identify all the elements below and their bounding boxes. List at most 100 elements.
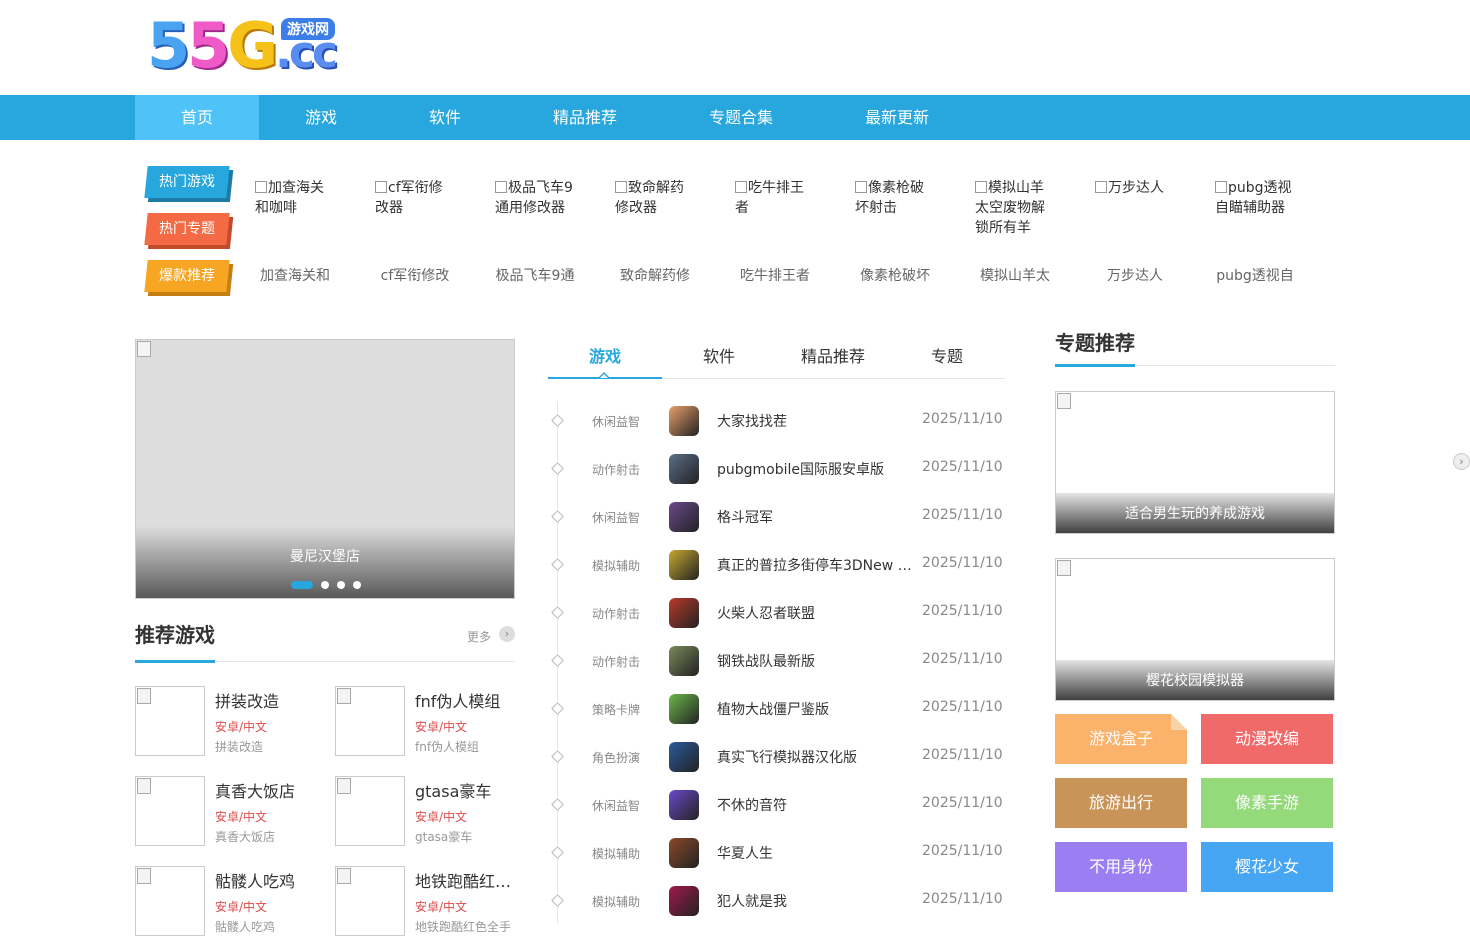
- recommend-item[interactable]: 骷髅人吃鸡 安卓/中文 骷髅人吃鸡: [135, 866, 315, 936]
- game-name[interactable]: 犯人就是我: [717, 891, 915, 911]
- game-name[interactable]: 不休的音符: [717, 795, 915, 815]
- game-title[interactable]: 拼装改造: [215, 688, 315, 712]
- game-icon[interactable]: [669, 886, 699, 916]
- game-thumbnail[interactable]: [135, 776, 205, 846]
- slider-dot[interactable]: [321, 581, 329, 589]
- game-title[interactable]: 真香大饭店: [215, 778, 315, 802]
- nav-featured[interactable]: 精品推荐: [507, 95, 663, 140]
- game-icon[interactable]: [669, 502, 699, 532]
- hot-text-link[interactable]: cf军衔修改: [355, 266, 475, 286]
- hot-image-item[interactable]: 万步达人: [1095, 178, 1215, 238]
- update-row[interactable]: 模拟辅助 犯人就是我 2025/11/10: [548, 877, 1005, 925]
- game-icon[interactable]: [669, 694, 699, 724]
- game-thumbnail[interactable]: [135, 866, 205, 936]
- game-name[interactable]: 钢铁战队最新版: [717, 651, 915, 671]
- site-logo[interactable]: 55G.cc 游戏网: [147, 12, 342, 80]
- hot-text-link[interactable]: 模拟山羊太: [955, 266, 1075, 286]
- update-row[interactable]: 休闲益智 格斗冠军 2025/11/10: [548, 493, 1005, 541]
- hot-text-link[interactable]: pubg透视自: [1195, 266, 1315, 286]
- hot-image-item[interactable]: 极品飞车9通用修改器: [495, 178, 615, 238]
- topic-card[interactable]: 樱花校园模拟器: [1055, 558, 1335, 701]
- update-row[interactable]: 动作射击 火柴人忍者联盟 2025/11/10: [548, 589, 1005, 637]
- hot-image-item[interactable]: pubg透视自瞄辅助器: [1215, 178, 1335, 238]
- update-row[interactable]: 休闲益智 不休的音符 2025/11/10: [548, 781, 1005, 829]
- game-title[interactable]: fnf伪人模组: [415, 688, 515, 712]
- game-title[interactable]: 地铁跑酷红…: [415, 868, 515, 892]
- game-icon[interactable]: [669, 790, 699, 820]
- tag-hot-games[interactable]: 热门游戏: [144, 166, 230, 198]
- hot-text-link[interactable]: 致命解药修: [595, 266, 715, 286]
- hot-text-link[interactable]: 万步达人: [1075, 266, 1195, 286]
- nav-software[interactable]: 软件: [383, 95, 507, 140]
- hot-image-item[interactable]: 模拟山羊太空废物解锁所有羊: [975, 178, 1095, 238]
- game-icon[interactable]: [669, 646, 699, 676]
- game-icon[interactable]: [669, 454, 699, 484]
- slider-dot[interactable]: [353, 581, 361, 589]
- topic-card[interactable]: 适合男生玩的养成游戏: [1055, 391, 1335, 534]
- tag-hot-topics[interactable]: 热门专题: [144, 213, 230, 245]
- update-row[interactable]: 动作射击 钢铁战队最新版 2025/11/10: [548, 637, 1005, 685]
- nav-home[interactable]: 首页: [135, 95, 259, 140]
- hot-text-link[interactable]: 像素枪破坏: [835, 266, 955, 286]
- game-name[interactable]: pubgmobile国际服安卓版: [717, 459, 915, 479]
- slider-dot-active[interactable]: [291, 581, 313, 589]
- topic-button-game-box[interactable]: 游戏盒子: [1055, 714, 1187, 764]
- topic-button-sakura[interactable]: 樱花少女: [1201, 842, 1333, 892]
- topic-button-travel[interactable]: 旅游出行: [1055, 778, 1187, 828]
- nav-topics[interactable]: 专题合集: [663, 95, 819, 140]
- hot-text-link[interactable]: 极品飞车9通: [475, 266, 595, 286]
- topic-button-no-id[interactable]: 不用身份: [1055, 842, 1187, 892]
- recommend-item[interactable]: gtasa豪车 安卓/中文 gtasa豪车: [335, 776, 515, 846]
- chevron-right-icon[interactable]: ›: [499, 626, 515, 642]
- tag-hot-picks[interactable]: 爆款推荐: [144, 260, 230, 292]
- game-name[interactable]: 格斗冠军: [717, 507, 915, 527]
- game-icon[interactable]: [669, 742, 699, 772]
- update-row[interactable]: 动作射击 pubgmobile国际服安卓版 2025/11/10: [548, 445, 1005, 493]
- game-thumbnail[interactable]: [135, 686, 205, 756]
- game-icon[interactable]: [669, 550, 699, 580]
- hot-image-item[interactable]: 吃牛排王者: [735, 178, 855, 238]
- game-name[interactable]: 植物大战僵尸鉴版: [717, 699, 915, 719]
- topic-button-anime[interactable]: 动漫改编: [1201, 714, 1333, 764]
- slider-dot[interactable]: [337, 581, 345, 589]
- more-link[interactable]: 更多: [467, 628, 491, 645]
- tab-games[interactable]: 游戏: [548, 342, 662, 379]
- tab-featured[interactable]: 精品推荐: [776, 342, 890, 378]
- recommend-item[interactable]: 拼装改造 安卓/中文 拼装改造: [135, 686, 315, 756]
- update-row[interactable]: 策略卡牌 植物大战僵尸鉴版 2025/11/10: [548, 685, 1005, 733]
- hot-image-item[interactable]: 致命解药修改器: [615, 178, 735, 238]
- recommend-item[interactable]: fnf伪人模组 安卓/中文 fnf伪人模组: [335, 686, 515, 756]
- game-thumbnail[interactable]: [335, 686, 405, 756]
- banner-slider[interactable]: 曼尼汉堡店: [135, 339, 515, 599]
- game-thumbnail[interactable]: [335, 866, 405, 936]
- game-thumbnail[interactable]: [335, 776, 405, 846]
- game-name[interactable]: 真实飞行模拟器汉化版: [717, 747, 915, 767]
- hot-image-item[interactable]: 像素枪破坏射击: [855, 178, 975, 238]
- hot-image-item[interactable]: cf军衔修改器: [375, 178, 495, 238]
- game-title[interactable]: 骷髅人吃鸡: [215, 868, 315, 892]
- update-row[interactable]: 模拟辅助 真正的普拉多街停车3DNew L… 2025/11/10: [548, 541, 1005, 589]
- update-row[interactable]: 角色扮演 真实飞行模拟器汉化版 2025/11/10: [548, 733, 1005, 781]
- game-icon[interactable]: [669, 598, 699, 628]
- game-title[interactable]: gtasa豪车: [415, 778, 515, 802]
- tab-topics[interactable]: 专题: [890, 342, 1004, 378]
- update-row[interactable]: 模拟辅助 华夏人生 2025/11/10: [548, 829, 1005, 877]
- topic-button-pixel[interactable]: 像素手游: [1201, 778, 1333, 828]
- game-icon[interactable]: [669, 838, 699, 868]
- chevron-right-icon[interactable]: ›: [1453, 453, 1470, 470]
- game-name[interactable]: 华夏人生: [717, 843, 915, 863]
- hot-text-link[interactable]: 加查海关和: [235, 266, 355, 286]
- game-name[interactable]: 真正的普拉多街停车3DNew L…: [717, 555, 915, 575]
- update-row[interactable]: 休闲益智 大家找找茬 2025/11/10: [548, 397, 1005, 445]
- hot-image-item[interactable]: 加查海关和咖啡: [255, 178, 375, 238]
- nav-latest[interactable]: 最新更新: [819, 95, 975, 140]
- nav-games[interactable]: 游戏: [259, 95, 383, 140]
- game-name[interactable]: 大家找找茬: [717, 411, 915, 431]
- game-name[interactable]: 火柴人忍者联盟: [717, 603, 915, 623]
- game-category: 休闲益智: [592, 415, 641, 429]
- game-icon[interactable]: [669, 406, 699, 436]
- recommend-item[interactable]: 真香大饭店 安卓/中文 真香大饭店: [135, 776, 315, 846]
- tab-software[interactable]: 软件: [662, 342, 776, 378]
- recommend-item[interactable]: 地铁跑酷红… 安卓/中文 地铁跑酷红色全手: [335, 866, 515, 936]
- hot-text-link[interactable]: 吃牛排王者: [715, 266, 835, 286]
